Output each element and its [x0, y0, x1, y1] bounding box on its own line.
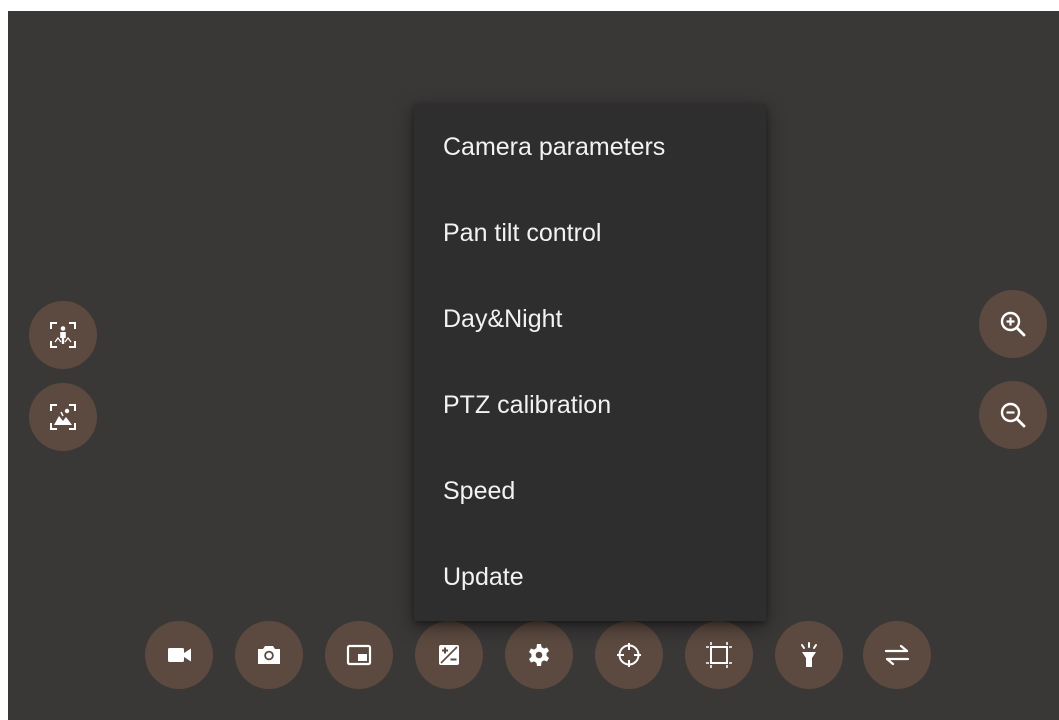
photo-camera-icon	[258, 646, 280, 664]
picture-in-picture-button[interactable]	[325, 621, 393, 689]
zoom-out-icon	[1000, 402, 1026, 428]
settings-gear-icon	[529, 644, 549, 666]
menu-item-ptz-calibration[interactable]: PTZ calibration	[414, 362, 766, 448]
flashlight-icon	[801, 642, 817, 667]
landscape-focus-icon	[50, 404, 76, 430]
swap-arrows-icon	[884, 644, 910, 666]
crop-frame-button[interactable]	[685, 621, 753, 689]
person-focus-button[interactable]	[29, 301, 97, 369]
crop-frame-icon	[706, 642, 732, 668]
picture-in-picture-icon	[346, 644, 372, 666]
video-camera-icon	[168, 648, 191, 662]
zoom-out-button[interactable]	[979, 381, 1047, 449]
menu-item-speed[interactable]: Speed	[414, 448, 766, 534]
menu-item-update[interactable]: Update	[414, 534, 766, 620]
crosshair-target-icon	[617, 643, 641, 667]
exposure-icon	[439, 645, 459, 665]
zoom-in-icon	[1000, 311, 1026, 337]
camera-view: Camera parameters Pan tilt control Day&N…	[8, 11, 1059, 720]
swap-button[interactable]	[863, 621, 931, 689]
snapshot-button[interactable]	[235, 621, 303, 689]
settings-button[interactable]	[505, 621, 573, 689]
menu-item-camera-parameters[interactable]: Camera parameters	[414, 104, 766, 190]
exposure-button[interactable]	[415, 621, 483, 689]
target-button[interactable]	[595, 621, 663, 689]
zoom-in-button[interactable]	[979, 290, 1047, 358]
menu-item-pan-tilt-control[interactable]: Pan tilt control	[414, 190, 766, 276]
record-video-button[interactable]	[145, 621, 213, 689]
landscape-focus-button[interactable]	[29, 383, 97, 451]
menu-item-day-night[interactable]: Day&Night	[414, 276, 766, 362]
person-focus-icon	[50, 322, 76, 348]
settings-menu: Camera parameters Pan tilt control Day&N…	[414, 104, 766, 621]
flashlight-button[interactable]	[775, 621, 843, 689]
